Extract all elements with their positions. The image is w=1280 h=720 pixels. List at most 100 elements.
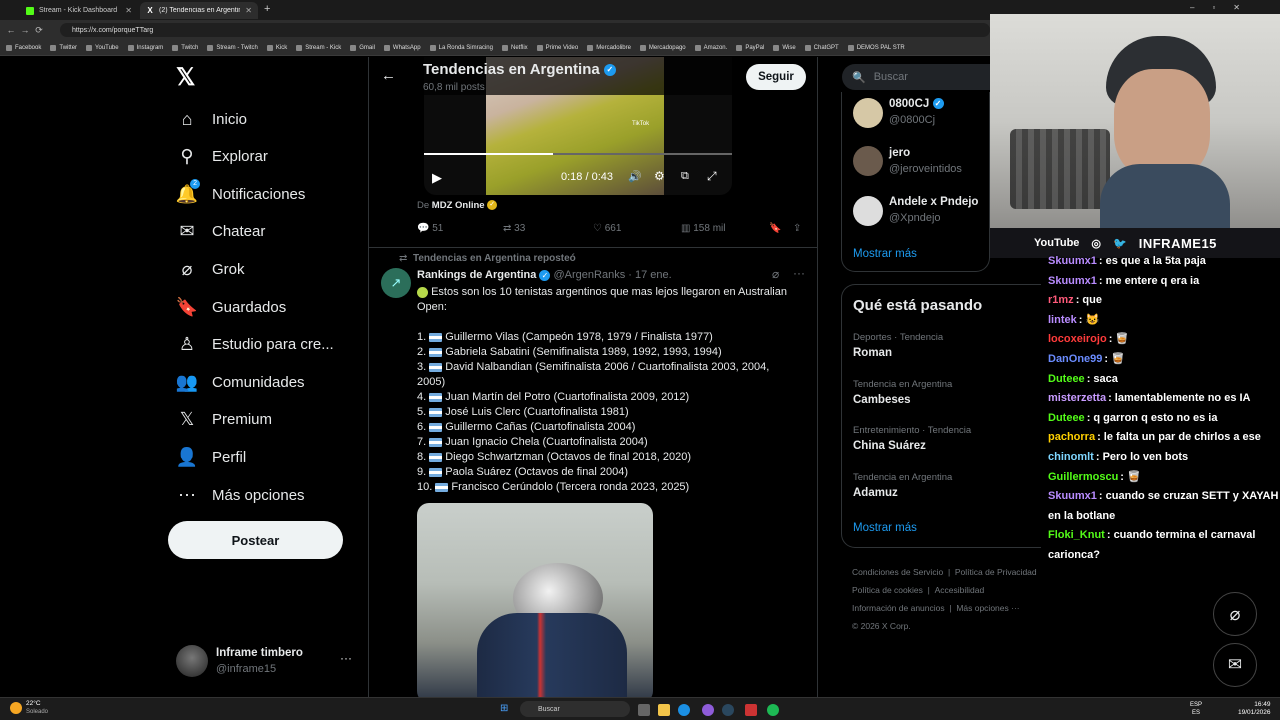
- suggestion-name[interactable]: jero: [889, 147, 910, 159]
- footer-link[interactable]: Condiciones de Servicio: [852, 567, 943, 577]
- like-button[interactable]: ♡ 661: [593, 223, 621, 234]
- fullscreen-icon[interactable]: ⤢: [707, 169, 717, 184]
- trend-item[interactable]: Tendencia en Argentina Cambeses: [853, 379, 952, 406]
- bookmark-item[interactable]: Twitter: [50, 44, 77, 51]
- footer-link[interactable]: Política de Privacidad: [955, 567, 1037, 577]
- avatar[interactable]: [853, 146, 883, 176]
- windows-start-icon[interactable]: ⊞: [500, 703, 508, 714]
- bookmark-item[interactable]: DEMOS PAL STR: [847, 44, 905, 51]
- show-more-link[interactable]: Mostrar más: [853, 248, 917, 260]
- video-progress-track[interactable]: [424, 153, 732, 155]
- show-more-trends-link[interactable]: Mostrar más: [853, 522, 917, 534]
- taskbar-search[interactable]: Buscar: [520, 701, 630, 717]
- bookmark-item[interactable]: Gmail: [350, 44, 375, 51]
- close-icon[interactable]: ✕: [245, 6, 252, 15]
- tweet-image[interactable]: [417, 503, 653, 697]
- settings-icon[interactable]: ⚙: [654, 169, 665, 183]
- chat-username[interactable]: Skuumx1: [1048, 255, 1097, 267]
- sidebar-item-notificaciones[interactable]: 🔔 2 Notificaciones: [176, 176, 305, 212]
- views-button[interactable]: ▥ 158 mil: [681, 223, 725, 234]
- browser-tab-kick[interactable]: Stream - Kick Dashboard ✕: [20, 2, 138, 19]
- language-indicator[interactable]: ESP ES: [1190, 701, 1202, 717]
- chat-username[interactable]: DanOne99: [1048, 353, 1102, 365]
- clock[interactable]: 16:49 19/01/2026: [1238, 701, 1271, 717]
- search-box[interactable]: 🔍 Buscar: [842, 64, 1012, 90]
- taskview-icon[interactable]: [638, 704, 650, 716]
- bookmark-item[interactable]: Twitch: [172, 44, 198, 51]
- back-arrow-icon[interactable]: ←: [4, 25, 18, 35]
- bookmark-item[interactable]: Stream - Twitch: [207, 44, 258, 51]
- bookmark-item[interactable]: Amazon.: [694, 44, 727, 51]
- sidebar-item-estudio-para-cre[interactable]: ♙ Estudio para cre...: [176, 327, 334, 363]
- bookmark-item[interactable]: Prime Video: [536, 44, 578, 51]
- author-handle[interactable]: @ArgenRanks: [554, 269, 626, 281]
- bookmark-item[interactable]: Wise: [773, 44, 796, 51]
- sidebar-item-m-s-opciones[interactable]: ⋯ Más opciones: [176, 477, 305, 513]
- reply-button[interactable]: 💬 51: [417, 223, 443, 234]
- bookmark-item[interactable]: Instagram: [127, 44, 163, 51]
- source-name[interactable]: MDZ Online: [432, 200, 485, 211]
- bookmark-item[interactable]: PayPal: [736, 44, 764, 51]
- avatar[interactable]: [853, 98, 883, 128]
- bookmark-item[interactable]: Stream - Kick: [296, 44, 341, 51]
- trend-item[interactable]: Deportes · Tendencia Roman: [853, 332, 943, 359]
- play-icon[interactable]: ▶: [432, 170, 442, 186]
- avatar[interactable]: [853, 196, 883, 226]
- footer-link[interactable]: Más opciones ···: [956, 603, 1019, 613]
- sidebar-item-premium[interactable]: 𝕏 Premium: [176, 402, 272, 438]
- bookmark-item[interactable]: La Ronda Simracing: [429, 44, 493, 51]
- follow-button[interactable]: Seguir: [746, 64, 806, 90]
- author-name[interactable]: Rankings de Argentina: [417, 269, 536, 281]
- chat-username[interactable]: misterzetta: [1048, 392, 1106, 404]
- bookmark-item[interactable]: YouTube: [86, 44, 119, 51]
- sidebar-item-grok[interactable]: ⌀ Grok: [176, 251, 245, 287]
- messages-fab-icon[interactable]: ✉: [1213, 643, 1257, 687]
- discord-icon[interactable]: [702, 704, 714, 716]
- sidebar-item-perfil[interactable]: 👤 Perfil: [176, 439, 246, 475]
- post-button[interactable]: Postear: [168, 521, 343, 559]
- sidebar-item-explorar[interactable]: ⚲ Explorar: [176, 139, 267, 175]
- close-icon[interactable]: ✕: [125, 6, 132, 15]
- volume-icon[interactable]: 🔊: [628, 170, 642, 183]
- trend-item[interactable]: Tendencia en Argentina Adamuz: [853, 472, 952, 499]
- chat-username[interactable]: pachorra: [1048, 431, 1095, 443]
- chat-username[interactable]: locoxeirojo: [1048, 333, 1107, 345]
- more-icon[interactable]: ···: [340, 651, 352, 665]
- suggestion-name[interactable]: Andele x Pndejo: [889, 196, 978, 208]
- bookmark-item[interactable]: Mercadopago: [639, 44, 686, 51]
- edge-icon[interactable]: [678, 704, 690, 716]
- chat-username[interactable]: Guillermoscu: [1048, 471, 1118, 483]
- file-explorer-icon[interactable]: [658, 704, 670, 716]
- account-switcher[interactable]: Inframe timbero @inframe15 ···: [176, 643, 356, 679]
- chat-username[interactable]: Skuumx1: [1048, 275, 1097, 287]
- back-arrow-icon[interactable]: ←: [381, 67, 396, 84]
- footer-link[interactable]: Información de anuncios: [852, 603, 945, 613]
- grok-fab-icon[interactable]: ⌀: [1213, 592, 1257, 636]
- suggestion-name[interactable]: 0800CJ ✓: [889, 98, 944, 110]
- sidebar-item-guardados[interactable]: 🔖 Guardados: [176, 289, 286, 325]
- bookmark-item[interactable]: ChatGPT: [804, 44, 839, 51]
- more-icon[interactable]: ···: [793, 266, 805, 280]
- app-icon[interactable]: [745, 704, 757, 716]
- sidebar-item-chatear[interactable]: ✉ Chatear: [176, 214, 265, 250]
- footer-link[interactable]: Accesibilidad: [935, 585, 985, 595]
- footer-link[interactable]: Política de cookies: [852, 585, 923, 595]
- repost-button[interactable]: ⇄ 33: [503, 223, 525, 234]
- chat-username[interactable]: lintek: [1048, 314, 1077, 326]
- spotify-icon[interactable]: [767, 704, 779, 716]
- chat-username[interactable]: chinomlt: [1048, 451, 1094, 463]
- chat-username[interactable]: Duteee: [1048, 373, 1085, 385]
- reload-icon[interactable]: ⟳: [32, 25, 46, 36]
- tweet-date[interactable]: · 17 ene.: [628, 269, 671, 281]
- bookmark-icon[interactable]: 🔖: [769, 223, 781, 234]
- sidebar-item-inicio[interactable]: ⌂ Inicio: [176, 101, 247, 137]
- url-field[interactable]: https://x.com/porqueTTarg: [60, 23, 990, 37]
- bookmark-item[interactable]: Netflix: [501, 44, 528, 51]
- bookmark-item[interactable]: WhatsApp: [383, 44, 421, 51]
- chat-username[interactable]: Floki_Knut: [1048, 529, 1105, 541]
- chat-username[interactable]: Skuumx1: [1048, 490, 1097, 502]
- share-icon[interactable]: ⇪: [793, 223, 801, 234]
- forward-arrow-icon[interactable]: →: [18, 25, 32, 35]
- x-logo-icon[interactable]: 𝕏: [176, 66, 200, 90]
- bookmark-item[interactable]: Facebook: [6, 44, 41, 51]
